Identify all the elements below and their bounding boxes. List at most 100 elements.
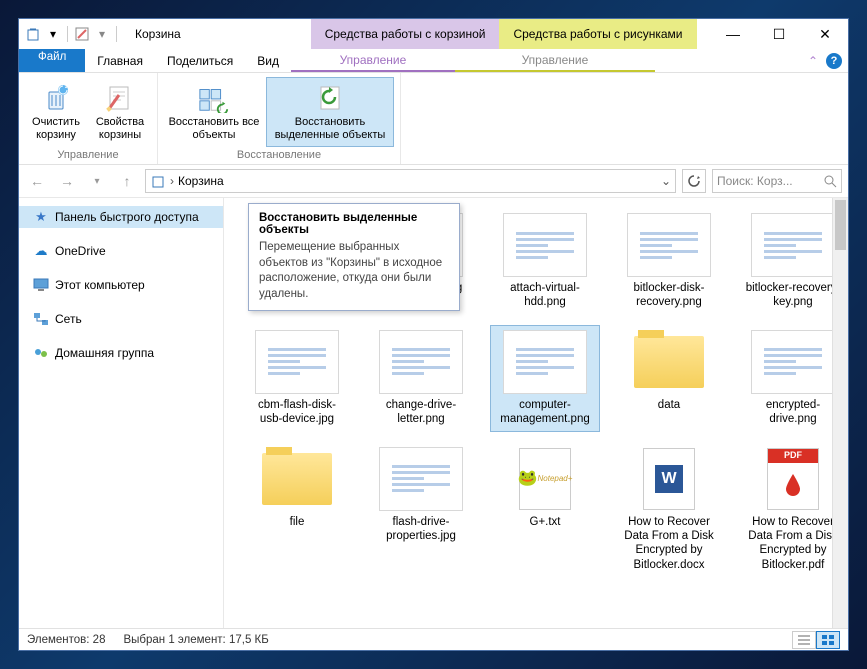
group-label: Управление bbox=[19, 147, 157, 165]
file-name: change-drive-letter.png bbox=[371, 398, 471, 427]
image-thumbnail bbox=[503, 330, 587, 394]
file-name: bitlocker-disk-recovery.png bbox=[619, 281, 719, 310]
file-item[interactable]: flash-drive-properties.jpg bbox=[366, 442, 476, 578]
nav-this-pc[interactable]: Этот компьютер bbox=[19, 274, 223, 296]
tab-view[interactable]: Вид bbox=[245, 49, 291, 72]
file-name: How to Recover Data From a Disk Encrypte… bbox=[619, 515, 719, 573]
file-name: encrypted-drive.png bbox=[743, 398, 843, 427]
search-input[interactable]: Поиск: Корз... bbox=[712, 169, 842, 193]
pdf-icon: PDF bbox=[751, 447, 835, 511]
nav-label: Сеть bbox=[55, 312, 82, 326]
window-controls: — ☐ ✕ bbox=[710, 19, 848, 49]
recycle-bin-icon bbox=[25, 26, 41, 42]
file-item[interactable]: change-drive-letter.png bbox=[366, 325, 476, 432]
nav-label: OneDrive bbox=[55, 244, 106, 258]
window-title: Корзина bbox=[125, 19, 191, 49]
cloud-icon: ☁ bbox=[33, 243, 49, 259]
titlebar: ▾ ▾ Корзина Средства работы с корзиной С… bbox=[19, 19, 848, 49]
nav-label: Панель быстрого доступа bbox=[55, 210, 199, 224]
recycle-bin-properties-button[interactable]: Свойства корзины bbox=[89, 77, 151, 147]
navigation-pane[interactable]: ★ Панель быстрого доступа ☁ OneDrive Это… bbox=[19, 198, 224, 628]
folder-icon bbox=[255, 447, 339, 511]
close-button[interactable]: ✕ bbox=[802, 19, 848, 49]
search-placeholder: Поиск: Корз... bbox=[717, 174, 793, 188]
file-name: flash-drive-properties.jpg bbox=[371, 515, 471, 544]
tooltip-body: Перемещение выбранных объектов из "Корзи… bbox=[259, 240, 449, 302]
forward-button[interactable]: → bbox=[55, 169, 79, 193]
context-tab-pictures[interactable]: Средства работы с рисунками bbox=[499, 19, 696, 49]
folder-icon bbox=[627, 330, 711, 394]
tab-file[interactable]: Файл bbox=[19, 49, 85, 72]
qat-more-icon[interactable]: ▾ bbox=[94, 26, 110, 42]
help-icon[interactable]: ? bbox=[826, 53, 842, 69]
separator bbox=[67, 26, 68, 42]
tooltip-title: Восстановить выделенные объекты bbox=[259, 212, 449, 236]
ribbon-body: Очистить корзину Свойства корзины Управл… bbox=[19, 73, 848, 165]
maximize-button[interactable]: ☐ bbox=[756, 19, 802, 49]
scrollbar[interactable] bbox=[832, 198, 848, 628]
tab-home[interactable]: Главная bbox=[85, 49, 155, 72]
file-name: cbm-flash-disk-usb-device.jpg bbox=[247, 398, 347, 427]
group-label: Восстановление bbox=[158, 147, 400, 165]
button-label: Очистить корзину bbox=[28, 116, 84, 142]
file-item[interactable]: computer-management.png bbox=[490, 325, 600, 432]
nav-quick-access[interactable]: ★ Панель быстрого доступа bbox=[19, 206, 223, 228]
nav-homegroup[interactable]: Домашняя группа bbox=[19, 342, 223, 364]
search-icon bbox=[824, 175, 837, 188]
tab-manage-recycle[interactable]: Управление bbox=[291, 49, 455, 72]
ribbon-collapse-icon[interactable]: ⌃ bbox=[808, 54, 818, 68]
tab-share[interactable]: Поделиться bbox=[155, 49, 245, 72]
qat-dropdown-icon[interactable]: ▾ bbox=[45, 26, 61, 42]
view-switcher bbox=[792, 631, 840, 649]
scroll-thumb[interactable] bbox=[835, 200, 846, 250]
image-thumbnail bbox=[627, 213, 711, 277]
nav-network[interactable]: Сеть bbox=[19, 308, 223, 330]
empty-bin-icon bbox=[40, 82, 72, 114]
empty-recycle-bin-button[interactable]: Очистить корзину bbox=[25, 77, 87, 147]
refresh-button[interactable] bbox=[682, 169, 706, 193]
file-item[interactable]: cbm-flash-disk-usb-device.jpg bbox=[242, 325, 352, 432]
back-button[interactable]: ← bbox=[25, 169, 49, 193]
file-item[interactable]: WHow to Recover Data From a Disk Encrypt… bbox=[614, 442, 724, 578]
tab-manage-pictures[interactable]: Управление bbox=[455, 49, 655, 72]
context-tab-recycle[interactable]: Средства работы с корзиной bbox=[311, 19, 500, 49]
ribbon-group-restore: Восстановить все объекты Восстановить вы… bbox=[158, 73, 401, 164]
up-button[interactable]: ↑ bbox=[115, 169, 139, 193]
file-name: attach-virtual-hdd.png bbox=[495, 281, 595, 310]
file-item[interactable]: attach-virtual-hdd.png bbox=[490, 208, 600, 315]
restore-all-icon bbox=[198, 82, 230, 114]
file-name: bitlocker-recovery-key.png bbox=[743, 281, 843, 310]
image-thumbnail bbox=[255, 330, 339, 394]
properties-icon[interactable] bbox=[74, 26, 90, 42]
restore-selected-button[interactable]: Восстановить выделенные объекты bbox=[266, 77, 394, 147]
address-dropdown-icon[interactable]: ⌄ bbox=[661, 174, 671, 188]
nav-onedrive[interactable]: ☁ OneDrive bbox=[19, 240, 223, 262]
file-name: How to Recover Data From a Disk Encrypte… bbox=[743, 515, 843, 573]
chevron-right-icon[interactable]: › bbox=[170, 174, 174, 188]
navigation-row: ← → ▾ ↑ › Корзина ⌄ Поиск: Корз... bbox=[19, 165, 848, 197]
button-label: Восстановить выделенные объекты bbox=[269, 116, 391, 142]
icons-view-button[interactable] bbox=[816, 631, 840, 649]
file-item[interactable]: data bbox=[614, 325, 724, 432]
minimize-button[interactable]: — bbox=[710, 19, 756, 49]
nav-label: Этот компьютер bbox=[55, 278, 145, 292]
file-name: computer-management.png bbox=[495, 398, 595, 427]
ribbon-tabs: Файл Главная Поделиться Вид Управление У… bbox=[19, 49, 848, 73]
computer-icon bbox=[33, 277, 49, 293]
file-item[interactable]: file bbox=[242, 442, 352, 578]
word-icon: W bbox=[627, 447, 711, 511]
image-thumbnail bbox=[751, 213, 835, 277]
text-file-icon: 🐸Notepad+ bbox=[503, 447, 587, 511]
button-label: Свойства корзины bbox=[92, 116, 148, 142]
file-item[interactable]: bitlocker-disk-recovery.png bbox=[614, 208, 724, 315]
file-name: data bbox=[658, 398, 680, 412]
recent-locations-button[interactable]: ▾ bbox=[85, 169, 109, 193]
details-view-button[interactable] bbox=[792, 631, 816, 649]
address-bar[interactable]: › Корзина ⌄ bbox=[145, 169, 676, 193]
breadcrumb-item[interactable]: Корзина bbox=[178, 174, 224, 188]
restore-selected-icon bbox=[314, 82, 346, 114]
file-item[interactable]: 🐸Notepad+G+.txt bbox=[490, 442, 600, 578]
nav-label: Домашняя группа bbox=[55, 346, 154, 360]
ribbon-group-manage: Очистить корзину Свойства корзины Управл… bbox=[19, 73, 158, 164]
restore-all-button[interactable]: Восстановить все объекты bbox=[164, 77, 264, 147]
